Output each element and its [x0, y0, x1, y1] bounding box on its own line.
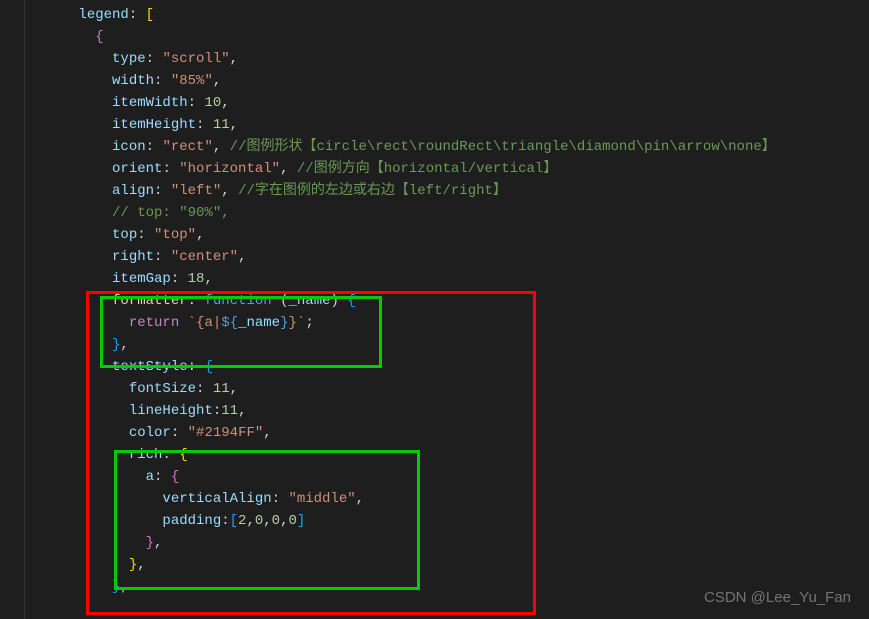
code-editor[interactable]: legend: [ { type: "scroll", width: "85%"…: [0, 0, 869, 598]
code-line: formatter: function (_name) {: [28, 290, 869, 312]
code-line: return `{a|${_name}}`;: [28, 312, 869, 334]
code-line: },: [28, 554, 869, 576]
code-line: padding:[2,0,0,0]: [28, 510, 869, 532]
code-line: {: [28, 26, 869, 48]
code-line: // top: "90%",: [28, 202, 869, 224]
code-line: icon: "rect", //图例形状【circle\rect\roundRe…: [28, 136, 869, 158]
code-line: rich: {: [28, 444, 869, 466]
code-line: textStyle: {: [28, 356, 869, 378]
code-line: itemHeight: 11,: [28, 114, 869, 136]
code-line: a: {: [28, 466, 869, 488]
code-line: top: "top",: [28, 224, 869, 246]
code-line: orient: "horizontal", //图例方向【horizontal/…: [28, 158, 869, 180]
code-line: width: "85%",: [28, 70, 869, 92]
code-line: },: [28, 334, 869, 356]
code-line: verticalAlign: "middle",: [28, 488, 869, 510]
code-line: right: "center",: [28, 246, 869, 268]
code-line: itemGap: 18,: [28, 268, 869, 290]
code-line: itemWidth: 10,: [28, 92, 869, 114]
code-line: },: [28, 532, 869, 554]
code-line: lineHeight:11,: [28, 400, 869, 422]
code-line: align: "left", //字在图例的左边或右边【left/right】: [28, 180, 869, 202]
watermark: CSDN @Lee_Yu_Fan: [704, 587, 851, 609]
code-line: color: "#2194FF",: [28, 422, 869, 444]
code-line: type: "scroll",: [28, 48, 869, 70]
code-line: legend: [: [28, 4, 869, 26]
code-line: fontSize: 11,: [28, 378, 869, 400]
